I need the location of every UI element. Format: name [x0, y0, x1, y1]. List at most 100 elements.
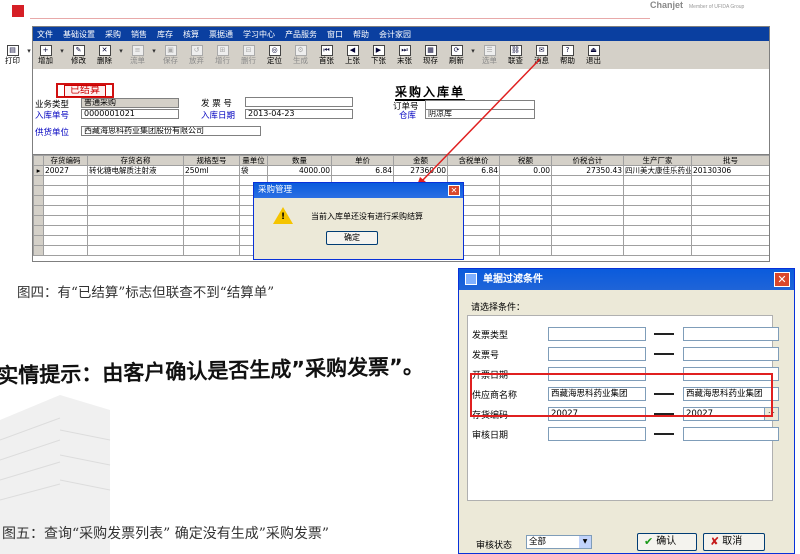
- toolbar-button-help[interactable]: ? 帮助: [555, 45, 580, 66]
- confirm-button[interactable]: ✔ 确认: [637, 533, 697, 551]
- toolbar-button-message[interactable]: ✉ 消息: [529, 45, 554, 66]
- condition-to-input[interactable]: 20027 ···: [683, 407, 779, 421]
- table-cell[interactable]: [691, 195, 769, 206]
- column-header[interactable]: 存货名称: [87, 155, 184, 166]
- browse-ellipsis-icon[interactable]: ···: [764, 408, 778, 420]
- invoice-no-field[interactable]: [245, 97, 353, 107]
- column-header[interactable]: 量单位: [239, 155, 268, 166]
- table-cell[interactable]: [551, 185, 624, 196]
- toolbar-button-generate[interactable]: ⚙ 生成: [288, 45, 313, 66]
- biz-type-field[interactable]: 普通采购: [81, 98, 179, 108]
- table-cell[interactable]: [183, 245, 240, 256]
- condition-from-input[interactable]: [548, 427, 646, 441]
- table-cell[interactable]: [623, 185, 692, 196]
- table-cell[interactable]: 四川美大康佳乐药业: [623, 165, 692, 176]
- table-cell[interactable]: [499, 215, 552, 226]
- menu-item[interactable]: 销售: [131, 29, 147, 40]
- table-row[interactable]: ▸ 20027 转化糖电解质注射液 250ml 袋 4000.00 6.84 27360.00…: [33, 165, 769, 176]
- table-cell[interactable]: 转化糖电解质注射液: [87, 165, 184, 176]
- table-cell[interactable]: [183, 205, 240, 216]
- toolbar-button-add[interactable]: + 增加: [33, 45, 58, 66]
- table-cell[interactable]: [551, 205, 624, 216]
- audit-status-select[interactable]: 全部 ▼: [526, 535, 592, 549]
- table-cell[interactable]: [691, 215, 769, 226]
- table-cell[interactable]: [87, 225, 184, 236]
- column-header[interactable]: 金额: [393, 155, 448, 166]
- ok-button[interactable]: 确定: [326, 231, 378, 245]
- warehouse-field[interactable]: 阴凉库: [425, 109, 535, 119]
- table-cell[interactable]: [43, 195, 88, 206]
- toolbar-button-edit[interactable]: ✎ 修改: [66, 45, 91, 66]
- table-cell[interactable]: [43, 215, 88, 226]
- toolbar-button-locate[interactable]: ◎ 定位: [262, 45, 287, 66]
- toolbar-button-delete-row[interactable]: ⊟ 删行: [236, 45, 261, 66]
- column-header[interactable]: 单价: [331, 155, 394, 166]
- menu-item[interactable]: 产品服务: [285, 29, 317, 40]
- column-header[interactable]: 规格型号: [183, 155, 240, 166]
- condition-to-input[interactable]: [683, 347, 779, 361]
- condition-to-input[interactable]: 西藏海思科药业集团: [683, 387, 779, 401]
- menu-item[interactable]: 会计家园: [379, 29, 411, 40]
- menu-item[interactable]: 帮助: [353, 29, 369, 40]
- table-cell[interactable]: [691, 235, 769, 246]
- column-header[interactable]: 价税合计: [551, 155, 624, 166]
- toolbar-button-prev[interactable]: ◀ 上张: [340, 45, 365, 66]
- table-cell[interactable]: [691, 225, 769, 236]
- toolbar-button-flow[interactable]: ≡ 流单: [125, 45, 150, 66]
- toolbar-button-add-row[interactable]: ⊞ 增行: [210, 45, 235, 66]
- toolbar-button-exit[interactable]: ⏏ 退出: [581, 45, 606, 66]
- menu-item[interactable]: 库存: [157, 29, 173, 40]
- table-cell[interactable]: [551, 175, 624, 186]
- table-cell[interactable]: [87, 195, 184, 206]
- toolbar-button-last[interactable]: ⏭ 末张: [392, 45, 417, 66]
- table-cell[interactable]: [623, 175, 692, 186]
- table-cell[interactable]: 0.00: [499, 165, 552, 176]
- table-cell[interactable]: [43, 205, 88, 216]
- table-cell[interactable]: [43, 185, 88, 196]
- toolbar-button-stock[interactable]: ▦ 现存: [418, 45, 443, 66]
- table-cell[interactable]: [87, 235, 184, 246]
- table-cell[interactable]: [551, 235, 624, 246]
- column-header[interactable]: 生产厂家: [623, 155, 692, 166]
- condition-from-input[interactable]: 西藏海思科药业集团: [548, 387, 646, 401]
- table-cell[interactable]: 20027: [43, 165, 88, 176]
- menu-item[interactable]: 学习中心: [243, 29, 275, 40]
- table-cell[interactable]: [551, 225, 624, 236]
- toolbar-button-refresh[interactable]: ⟳ 刷新: [444, 45, 469, 66]
- condition-to-input[interactable]: [683, 367, 779, 381]
- toolbar-dropdown-icon[interactable]: ▾: [118, 45, 124, 66]
- toolbar-button-link-query[interactable]: ⛓ 联查: [503, 45, 528, 66]
- menu-item[interactable]: 票据通: [209, 29, 233, 40]
- table-cell[interactable]: [183, 235, 240, 246]
- condition-from-input[interactable]: [548, 327, 646, 341]
- condition-from-input[interactable]: [548, 367, 646, 381]
- table-cell[interactable]: 6.84: [447, 165, 500, 176]
- toolbar-button-discard[interactable]: ↺ 放弃: [184, 45, 209, 66]
- table-cell[interactable]: 20130306: [691, 165, 769, 176]
- table-cell[interactable]: [623, 195, 692, 206]
- menu-item[interactable]: 基础设置: [63, 29, 95, 40]
- column-header[interactable]: 批号: [691, 155, 769, 166]
- table-cell[interactable]: [87, 205, 184, 216]
- toolbar-dropdown-icon[interactable]: ▾: [26, 45, 32, 66]
- table-cell[interactable]: [623, 235, 692, 246]
- inbound-date-field[interactable]: 2013-04-23: [245, 109, 353, 119]
- table-cell[interactable]: [183, 185, 240, 196]
- toolbar-dropdown-icon[interactable]: ▾: [470, 45, 476, 66]
- condition-from-input[interactable]: 20027: [548, 407, 646, 421]
- table-cell[interactable]: [183, 225, 240, 236]
- table-cell[interactable]: [183, 175, 240, 186]
- table-cell[interactable]: [691, 245, 769, 256]
- supplier-field[interactable]: 西藏海思科药业集团股份有限公司: [81, 126, 261, 136]
- table-cell[interactable]: 27350.43: [551, 165, 624, 176]
- table-cell[interactable]: [87, 245, 184, 256]
- table-cell[interactable]: [499, 185, 552, 196]
- menu-item[interactable]: 窗口: [327, 29, 343, 40]
- table-cell[interactable]: 4000.00: [267, 165, 332, 176]
- column-header[interactable]: 数量: [267, 155, 332, 166]
- menu-item[interactable]: 核算: [183, 29, 199, 40]
- table-cell[interactable]: [499, 235, 552, 246]
- table-cell[interactable]: 27360.00: [393, 165, 448, 176]
- toolbar-button-save[interactable]: ▣ 保存: [158, 45, 183, 66]
- inbound-no-field[interactable]: 0000001021: [81, 109, 179, 119]
